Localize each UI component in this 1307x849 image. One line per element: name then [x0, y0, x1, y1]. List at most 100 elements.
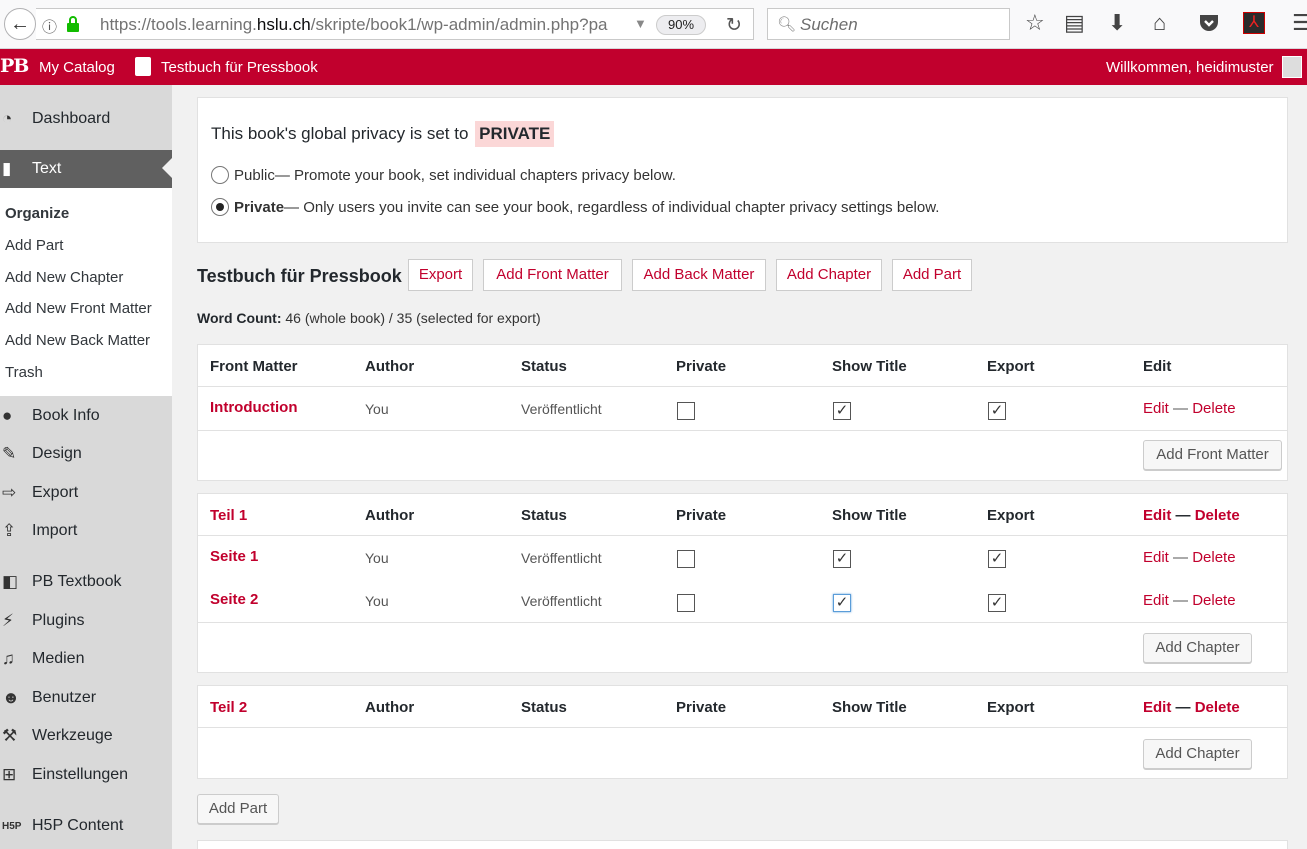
menu-export[interactable]: ⇨ Export: [0, 475, 172, 511]
menu-pb-textbook[interactable]: ◧ PB Textbook: [0, 564, 172, 600]
url-bar[interactable]: ⓘ https://tools.learning.hslu.ch/skripte…: [36, 8, 754, 40]
private-option[interactable]: Private — Only users you invite can see …: [211, 198, 939, 216]
info-icon[interactable]: ⓘ: [42, 16, 57, 37]
menu-werkzeuge[interactable]: ⚒ Werkzeuge: [0, 718, 172, 754]
wrench-icon: ⚒: [2, 726, 18, 745]
edit-link[interactable]: Edit: [1143, 699, 1171, 716]
media-icon: ♫: [2, 649, 15, 668]
word-count: Word Count: 46 (whole book) / 35 (select…: [197, 310, 541, 326]
search-input[interactable]: 🔍︎ Suchen: [767, 8, 1010, 40]
edit-link[interactable]: Edit: [1143, 400, 1169, 417]
private-radio[interactable]: [211, 198, 229, 216]
submenu-trash[interactable]: Trash: [5, 364, 43, 381]
column-header: Author: [365, 358, 415, 375]
add-back-matter-button[interactable]: Add Back Matter: [632, 259, 766, 291]
show-title-checkbox[interactable]: ✓: [833, 594, 851, 612]
row-author: You: [365, 401, 389, 417]
add-chapter-button[interactable]: Add Chapter: [776, 259, 882, 291]
add-chapter-button[interactable]: Add Chapter: [1143, 739, 1252, 769]
add-front-matter-button[interactable]: Add Front Matter: [483, 259, 622, 291]
url-text: https://tools.learning.hslu.ch/skripte/b…: [100, 15, 608, 34]
h5p-icon: H5P: [2, 820, 22, 832]
menu-import[interactable]: ⇪ Import: [0, 513, 172, 549]
pocket-icon[interactable]: [1198, 13, 1220, 33]
submenu-add-chapter[interactable]: Add New Chapter: [5, 269, 123, 286]
submenu-add-back-matter[interactable]: Add New Back Matter: [5, 332, 150, 349]
row-title-link[interactable]: Introduction: [210, 399, 297, 416]
avatar[interactable]: [1282, 56, 1302, 78]
column-header: Show Title: [832, 507, 907, 524]
delete-link[interactable]: Delete: [1192, 549, 1235, 566]
page-title: Testbuch für Pressbook: [197, 266, 402, 286]
add-part-button[interactable]: Add Part: [892, 259, 972, 291]
url-dropdown-icon[interactable]: ▼: [634, 16, 647, 31]
menu-icon[interactable]: ☰: [1292, 11, 1307, 35]
menu-einstellungen[interactable]: ⊞ Einstellungen: [0, 757, 172, 793]
reader-list-icon[interactable]: ▤: [1064, 11, 1085, 35]
home-icon[interactable]: ⌂: [1153, 11, 1166, 35]
column-header: Export: [987, 358, 1035, 375]
menu-book-info[interactable]: ● Book Info: [0, 398, 172, 434]
menu-dashboard[interactable]: ◔ Dashboard: [0, 101, 172, 137]
add-front-matter-button[interactable]: Add Front Matter: [1143, 440, 1282, 470]
part-title-link[interactable]: Teil 1: [210, 507, 247, 524]
edit-link[interactable]: Edit: [1143, 507, 1171, 524]
row-title-link[interactable]: Seite 1: [210, 548, 258, 565]
back-arrow-icon[interactable]: ←: [4, 8, 36, 40]
delete-link[interactable]: Delete: [1192, 400, 1235, 417]
column-header: Author: [365, 507, 415, 524]
active-indicator: [162, 158, 172, 178]
export-checkbox[interactable]: ✓: [988, 402, 1006, 420]
zoom-indicator[interactable]: 90%: [656, 15, 706, 35]
column-header: Private: [676, 699, 727, 716]
private-checkbox[interactable]: [677, 402, 695, 420]
submenu-organize[interactable]: Organize: [5, 205, 69, 222]
column-header: Status: [521, 699, 567, 716]
welcome-user[interactable]: Willkommen, heidimuster: [1106, 59, 1274, 76]
menu-text[interactable]: ▮ Text: [0, 150, 172, 188]
row-status: Veröffentlicht: [521, 401, 602, 417]
submenu-add-part[interactable]: Add Part: [5, 237, 63, 254]
delete-link[interactable]: Delete: [1195, 699, 1240, 716]
export-button[interactable]: Export: [408, 259, 473, 291]
front-matter-table: Front Matter Author Status Private Show …: [197, 344, 1288, 481]
submenu-add-front-matter[interactable]: Add New Front Matter: [5, 300, 152, 317]
row-title-link[interactable]: Seite 2: [210, 591, 258, 608]
menu-benutzer[interactable]: ☻ Benutzer: [0, 680, 172, 716]
info-icon: ●: [2, 406, 13, 425]
menu-design[interactable]: ✎ Design: [0, 436, 172, 472]
show-title-checkbox[interactable]: ✓: [833, 550, 851, 568]
edit-link[interactable]: Edit: [1143, 549, 1169, 566]
bookmark-star-icon[interactable]: ☆: [1025, 11, 1045, 35]
export-icon: ⇨: [2, 483, 17, 502]
download-icon[interactable]: ⬇: [1108, 11, 1126, 35]
delete-link[interactable]: Delete: [1192, 592, 1235, 609]
add-part-button[interactable]: Add Part: [197, 794, 279, 824]
import-icon: ⇪: [2, 521, 17, 540]
row-actions: Edit — Delete: [1143, 549, 1236, 566]
private-checkbox[interactable]: [677, 594, 695, 612]
part-table: Teil 2 Author Status Private Show Title …: [197, 685, 1288, 779]
export-checkbox[interactable]: ✓: [988, 550, 1006, 568]
pdf-icon[interactable]: ⅄: [1243, 12, 1265, 34]
row-actions: Edit — Delete: [1143, 592, 1236, 609]
admin-bar: PB My Catalog Testbuch für Pressbook Wil…: [0, 49, 1307, 85]
reload-icon[interactable]: ↻: [726, 14, 742, 37]
export-checkbox[interactable]: ✓: [988, 594, 1006, 612]
divider: [198, 622, 1287, 623]
book-title-link[interactable]: Testbuch für Pressbook: [161, 59, 318, 76]
menu-medien[interactable]: ♫ Medien: [0, 641, 172, 677]
private-checkbox[interactable]: [677, 550, 695, 568]
my-catalog-link[interactable]: My Catalog: [39, 59, 115, 76]
public-option[interactable]: Public — Promote your book, set individu…: [211, 166, 676, 184]
search-icon: 🔍︎: [777, 16, 797, 33]
menu-plugins[interactable]: ⚡ Plugins: [0, 603, 172, 639]
public-radio[interactable]: [211, 166, 229, 184]
part-title-link[interactable]: Teil 2: [210, 699, 247, 716]
edit-link[interactable]: Edit: [1143, 592, 1169, 609]
show-title-checkbox[interactable]: ✓: [833, 402, 851, 420]
menu-h5p[interactable]: H5P H5P Content: [0, 808, 172, 844]
add-chapter-button[interactable]: Add Chapter: [1143, 633, 1252, 663]
pressbooks-logo[interactable]: PB: [0, 55, 29, 77]
delete-link[interactable]: Delete: [1195, 507, 1240, 524]
